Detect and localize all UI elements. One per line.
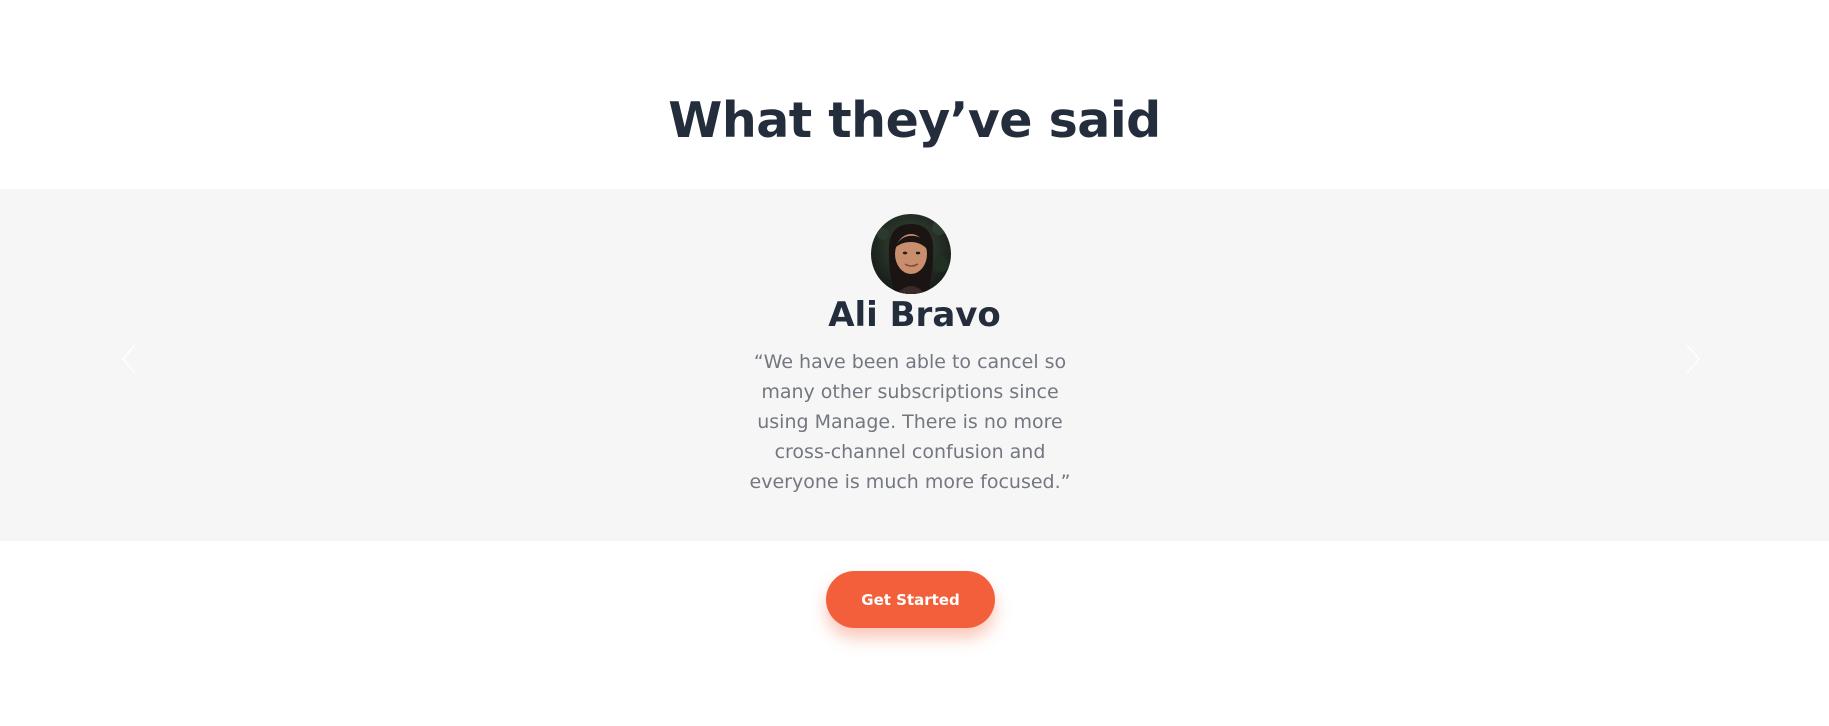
carousel-next-button[interactable] (1677, 339, 1707, 379)
testimonial-name: Ali Bravo (828, 295, 1001, 335)
testimonial-carousel: Ali Bravo “We have been able to cancel s… (0, 189, 1829, 541)
chevron-right-icon (1686, 344, 1700, 374)
testimonial-slide: Ali Bravo “We have been able to cancel s… (0, 189, 1829, 541)
page: What they’ve said Ali Bravo “We have bee… (0, 0, 1829, 726)
testimonial-quote: “We have been able to cancel so many oth… (749, 351, 1071, 493)
get-started-button[interactable]: Get Started (826, 571, 995, 628)
avatar-image (871, 214, 951, 294)
avatar (871, 214, 951, 294)
section-title: What they’ve said (668, 92, 1161, 149)
